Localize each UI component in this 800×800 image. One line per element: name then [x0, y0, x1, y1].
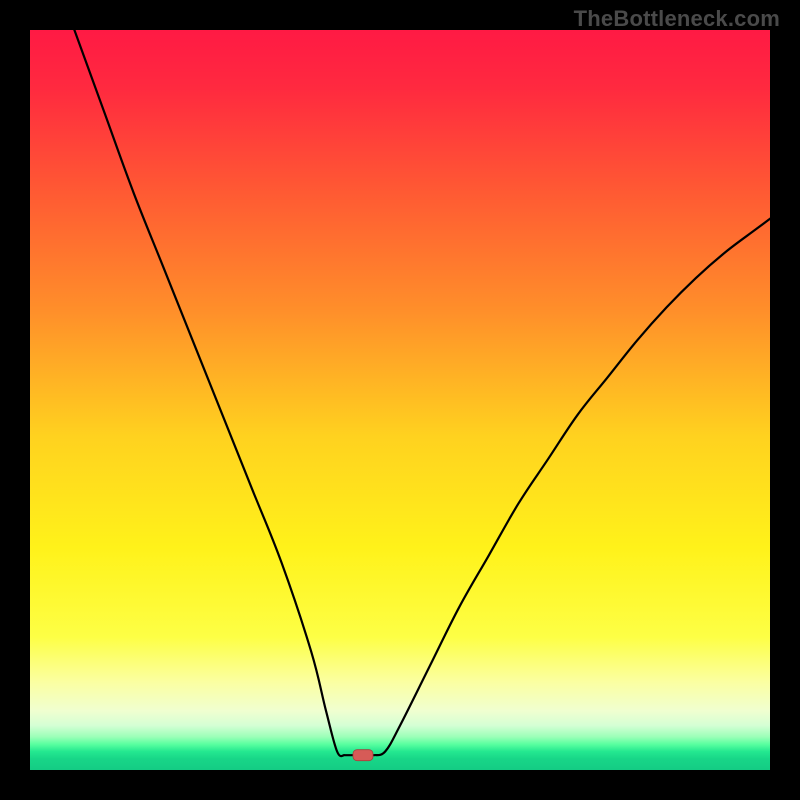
background-gradient — [30, 30, 770, 770]
chart-stage: TheBottleneck.com — [0, 0, 800, 800]
plot-area — [30, 30, 770, 770]
watermark-text: TheBottleneck.com — [574, 6, 780, 32]
chart-svg — [30, 30, 770, 770]
optimum-marker — [353, 750, 373, 761]
